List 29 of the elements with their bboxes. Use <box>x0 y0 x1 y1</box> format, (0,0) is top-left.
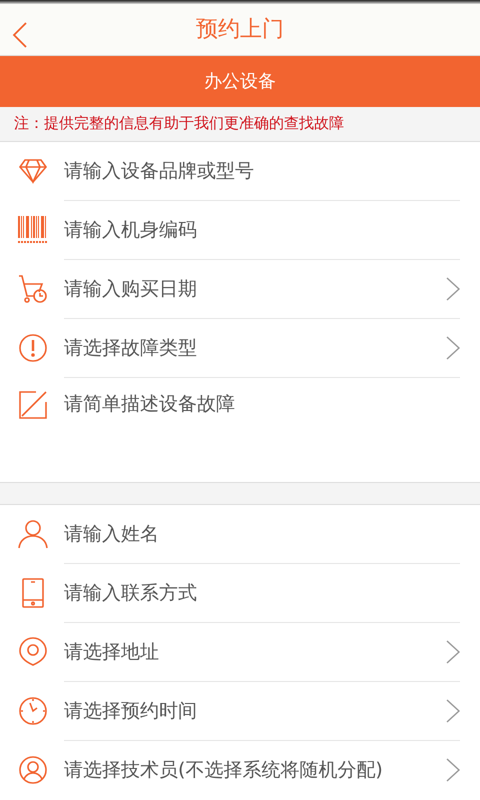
text-field[interactable]: 请输入姓名 <box>64 520 460 548</box>
user-circle-icon <box>18 755 48 786</box>
chevron-right-icon <box>446 698 460 723</box>
description-field[interactable]: 请简单描述设备故障 <box>64 390 460 460</box>
exclamation-icon <box>18 333 48 364</box>
text-field[interactable]: 请输入联系方式 <box>64 578 460 608</box>
category-banner: 办公设备 <box>0 56 480 107</box>
chevron-right-icon <box>446 336 460 360</box>
picker-row[interactable]: 请选择故障类型 <box>64 318 460 377</box>
back-icon <box>12 22 28 48</box>
picker-row[interactable]: 请选择技术员(不选择系统将随机分配) <box>64 740 460 800</box>
picker-row[interactable]: 请选择预约时间 <box>64 682 460 740</box>
location-icon <box>18 637 48 668</box>
diamond-icon <box>18 158 48 184</box>
back-button[interactable] <box>12 22 28 48</box>
text-field[interactable]: 请输入机身编码 <box>64 216 460 244</box>
picker-row[interactable]: 请输入购买日期 <box>64 260 460 318</box>
chevron-right-icon <box>446 640 460 664</box>
barcode-icon <box>18 216 48 244</box>
chevron-right-icon <box>446 276 460 301</box>
edit-icon <box>18 390 48 420</box>
notice-text: 注：提供完整的信息有助于我们更准确的查找故障 <box>14 113 344 134</box>
chevron-right-icon <box>446 758 460 782</box>
person-icon <box>18 519 48 550</box>
text-field[interactable]: 请输入设备品牌或型号 <box>64 156 460 186</box>
page-title: 预约上门 <box>196 16 284 44</box>
clock-icon <box>18 696 48 726</box>
cart-clock-icon <box>18 274 48 304</box>
picker-row[interactable]: 请选择地址 <box>64 622 460 681</box>
